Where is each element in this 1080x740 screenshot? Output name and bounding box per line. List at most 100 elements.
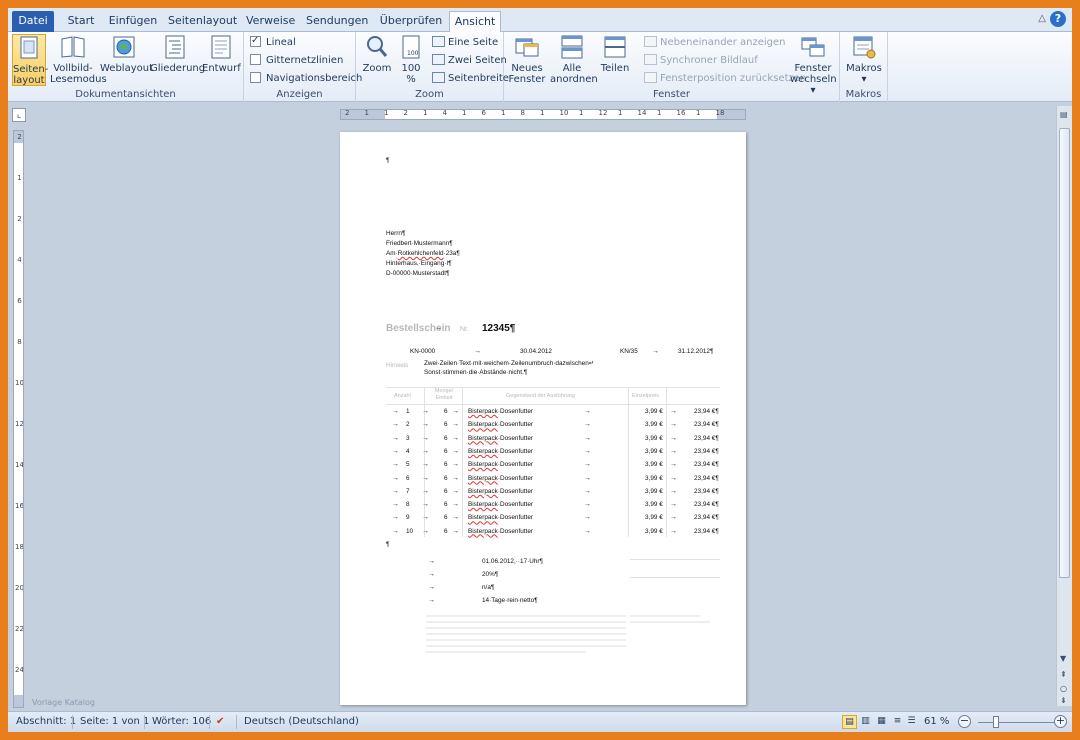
tab-ueberpruefen[interactable]: Überprüfen <box>378 11 444 32</box>
proofing-errors-icon[interactable]: ✔ <box>216 716 224 727</box>
ruler-number: 2 <box>17 215 22 223</box>
draft-view-icon[interactable]: ☰ <box>904 715 919 729</box>
browse-object-icon[interactable]: ○ <box>1060 684 1067 693</box>
status-separator <box>72 715 73 729</box>
neues-fenster-label-1: Neues <box>511 63 543 74</box>
seitenlayout-button[interactable]: Seiten- layout <box>12 34 48 86</box>
detail-delivery-date: 01.06.2012,··17·Uhr¶ <box>482 558 543 565</box>
minimize-ribbon-icon[interactable]: △ <box>1038 13 1046 24</box>
zoom-level[interactable]: 61 % <box>924 716 949 727</box>
ruler-number: 2 <box>403 109 408 117</box>
tab-verweise[interactable]: Verweise <box>246 11 295 32</box>
tab-arrow: → <box>428 597 435 604</box>
tab-selector-button[interactable]: ⌞ <box>12 108 26 122</box>
tab-arrow: → <box>452 408 459 415</box>
row-item-rest: ·Dosenfutter <box>497 501 534 509</box>
neues-fenster-button[interactable]: Neues Fenster <box>508 34 546 86</box>
alle-anordnen-button[interactable]: Alle anordnen <box>550 34 598 86</box>
row-item-misspelled: Bisterpack <box>468 514 498 522</box>
fensterposition-label: Fensterposition zurücksetzen <box>660 73 807 84</box>
page-width-icon <box>432 72 445 83</box>
ruler-number: 18 <box>715 109 725 117</box>
print-layout-view-icon[interactable]: ▤ <box>842 715 857 729</box>
status-page[interactable]: Seite: 1 von 1 <box>80 716 149 727</box>
full-screen-reading-view-icon[interactable]: ▥ <box>858 715 873 729</box>
nebeneinander-button[interactable]: Nebeneinander anzeigen <box>644 35 785 51</box>
sync-scroll-icon <box>644 54 657 65</box>
group-label-fenster: Fenster <box>652 89 691 100</box>
tab-arrow: → <box>652 348 659 355</box>
status-separator <box>209 715 210 729</box>
tab-arrow: → <box>452 474 459 482</box>
zoom-slider-thumb[interactable] <box>993 716 999 728</box>
status-word-count[interactable]: Wörter: 106 <box>152 716 211 727</box>
navigationsbereich-checkbox[interactable]: Navigationsbereich <box>250 71 362 87</box>
next-page-icon[interactable]: ⇟ <box>1060 696 1067 705</box>
zoom-out-button[interactable]: − <box>958 715 971 728</box>
row-number: 2 <box>406 421 410 429</box>
ruler-toggle-icon[interactable]: ▤ <box>1060 110 1068 119</box>
gitternetzlinien-checkbox[interactable]: Gitternetzlinien <box>250 53 343 69</box>
vertical-ruler[interactable]: 2 1 2 4 6 8 10 12 14 16 18 20 22 24 <box>13 130 24 708</box>
previous-page-icon[interactable]: ⇞ <box>1060 670 1067 679</box>
ruler-number: 24 <box>15 666 24 674</box>
row-total: 23,94 €¶ <box>694 461 719 469</box>
fensterposition-button[interactable]: Fensterposition zurücksetzen <box>644 71 806 87</box>
scrollbar-thumb[interactable] <box>1059 128 1070 578</box>
fenster-wechseln-button[interactable]: Fenster wechseln ▾ <box>790 34 837 96</box>
ruler-number: 18 <box>15 543 24 551</box>
ruler-number: 10 <box>15 379 24 387</box>
detail-vat: 20%¶ <box>482 571 499 578</box>
arrange-all-icon <box>561 35 583 59</box>
seitenbreite-label: Seitenbreite <box>448 73 509 84</box>
synchroner-bildlauf-button[interactable]: Synchroner Bildlauf <box>644 53 758 69</box>
seitenbreite-button[interactable]: Seitenbreite <box>432 71 509 87</box>
tab-einfuegen[interactable]: Einfügen <box>108 11 158 32</box>
ruler-number: 6 <box>481 109 486 117</box>
ruler-number: 8 <box>17 338 22 346</box>
tab-sendungen[interactable]: Sendungen <box>306 11 368 32</box>
row-item-misspelled: Bisterpack <box>468 487 498 495</box>
row-item-rest: ·Dosenfutter <box>497 461 534 469</box>
tab-arrow: → <box>670 421 677 429</box>
zoom-slider[interactable] <box>978 722 1054 723</box>
tab-seitenlayout[interactable]: Seitenlayout <box>168 11 237 32</box>
zoom-in-button[interactable]: + <box>1054 715 1067 728</box>
row-unit-price: 3,99 € <box>645 408 663 415</box>
tab-ansicht[interactable]: Ansicht <box>449 11 501 33</box>
entwurf-button[interactable]: Entwurf <box>202 34 241 86</box>
web-layout-view-icon[interactable]: ▦ <box>874 715 889 729</box>
group-dokumentansichten: Seiten- layout Vollbild- Lesemodus Webla… <box>8 32 244 102</box>
alle-anordnen-label-1: Alle <box>562 63 582 74</box>
tab-arrow: → <box>428 571 435 578</box>
tab-start[interactable]: Start <box>64 11 98 32</box>
ruler-number: 12 <box>15 420 24 428</box>
help-icon[interactable]: ? <box>1050 11 1066 27</box>
scroll-down-arrow-icon[interactable]: ▼ <box>1060 654 1066 663</box>
status-language[interactable]: Deutsch (Deutschland) <box>244 716 359 727</box>
tab-datei[interactable]: Datei <box>12 11 54 32</box>
ruler-number: 6 <box>17 297 22 305</box>
row-item: Bisterpack·Dosenfutter <box>468 514 533 522</box>
horizontal-ruler[interactable]: 2 1 1 2 1 4 1 6 1 8 1 10 1 12 1 14 1 16 1 18 <box>340 109 746 120</box>
row-total: 23,94 €¶ <box>694 514 719 522</box>
signature-box-border <box>630 559 720 560</box>
vertical-scrollbar[interactable]: ▤ ▼ ⇞ ○ ⇟ <box>1056 106 1072 706</box>
document-page[interactable]: ¶ Herrn¶ Friedbert·Mustermann¶ Am·Rotkeh… <box>340 132 746 705</box>
weblayout-button[interactable]: Weblayout <box>100 34 153 86</box>
empty-paragraph-mark: ¶ <box>386 541 390 548</box>
vollbild-lesemodus-button[interactable]: Vollbild- Lesemodus <box>50 34 107 86</box>
status-section[interactable]: Abschnitt: 1 <box>16 716 76 727</box>
gliederung-button[interactable]: Gliederung <box>150 34 205 86</box>
row-item: Bisterpack·Dosenfutter <box>468 461 533 469</box>
group-label-makros: Makros <box>845 89 882 100</box>
teilen-button[interactable]: Teilen <box>598 34 632 86</box>
zoom-100-button[interactable]: 100 100 % <box>398 34 424 86</box>
lineal-checkbox[interactable]: Lineal <box>250 33 296 51</box>
eine-seite-button[interactable]: Eine Seite <box>432 35 498 51</box>
zoom-button[interactable]: Zoom <box>360 34 394 86</box>
makros-button[interactable]: Makros ▾ <box>844 34 884 86</box>
outline-view-icon[interactable]: ≡ <box>890 715 905 729</box>
tab-arrow: → <box>452 447 459 455</box>
zwei-seiten-button[interactable]: Zwei Seiten <box>432 53 507 69</box>
